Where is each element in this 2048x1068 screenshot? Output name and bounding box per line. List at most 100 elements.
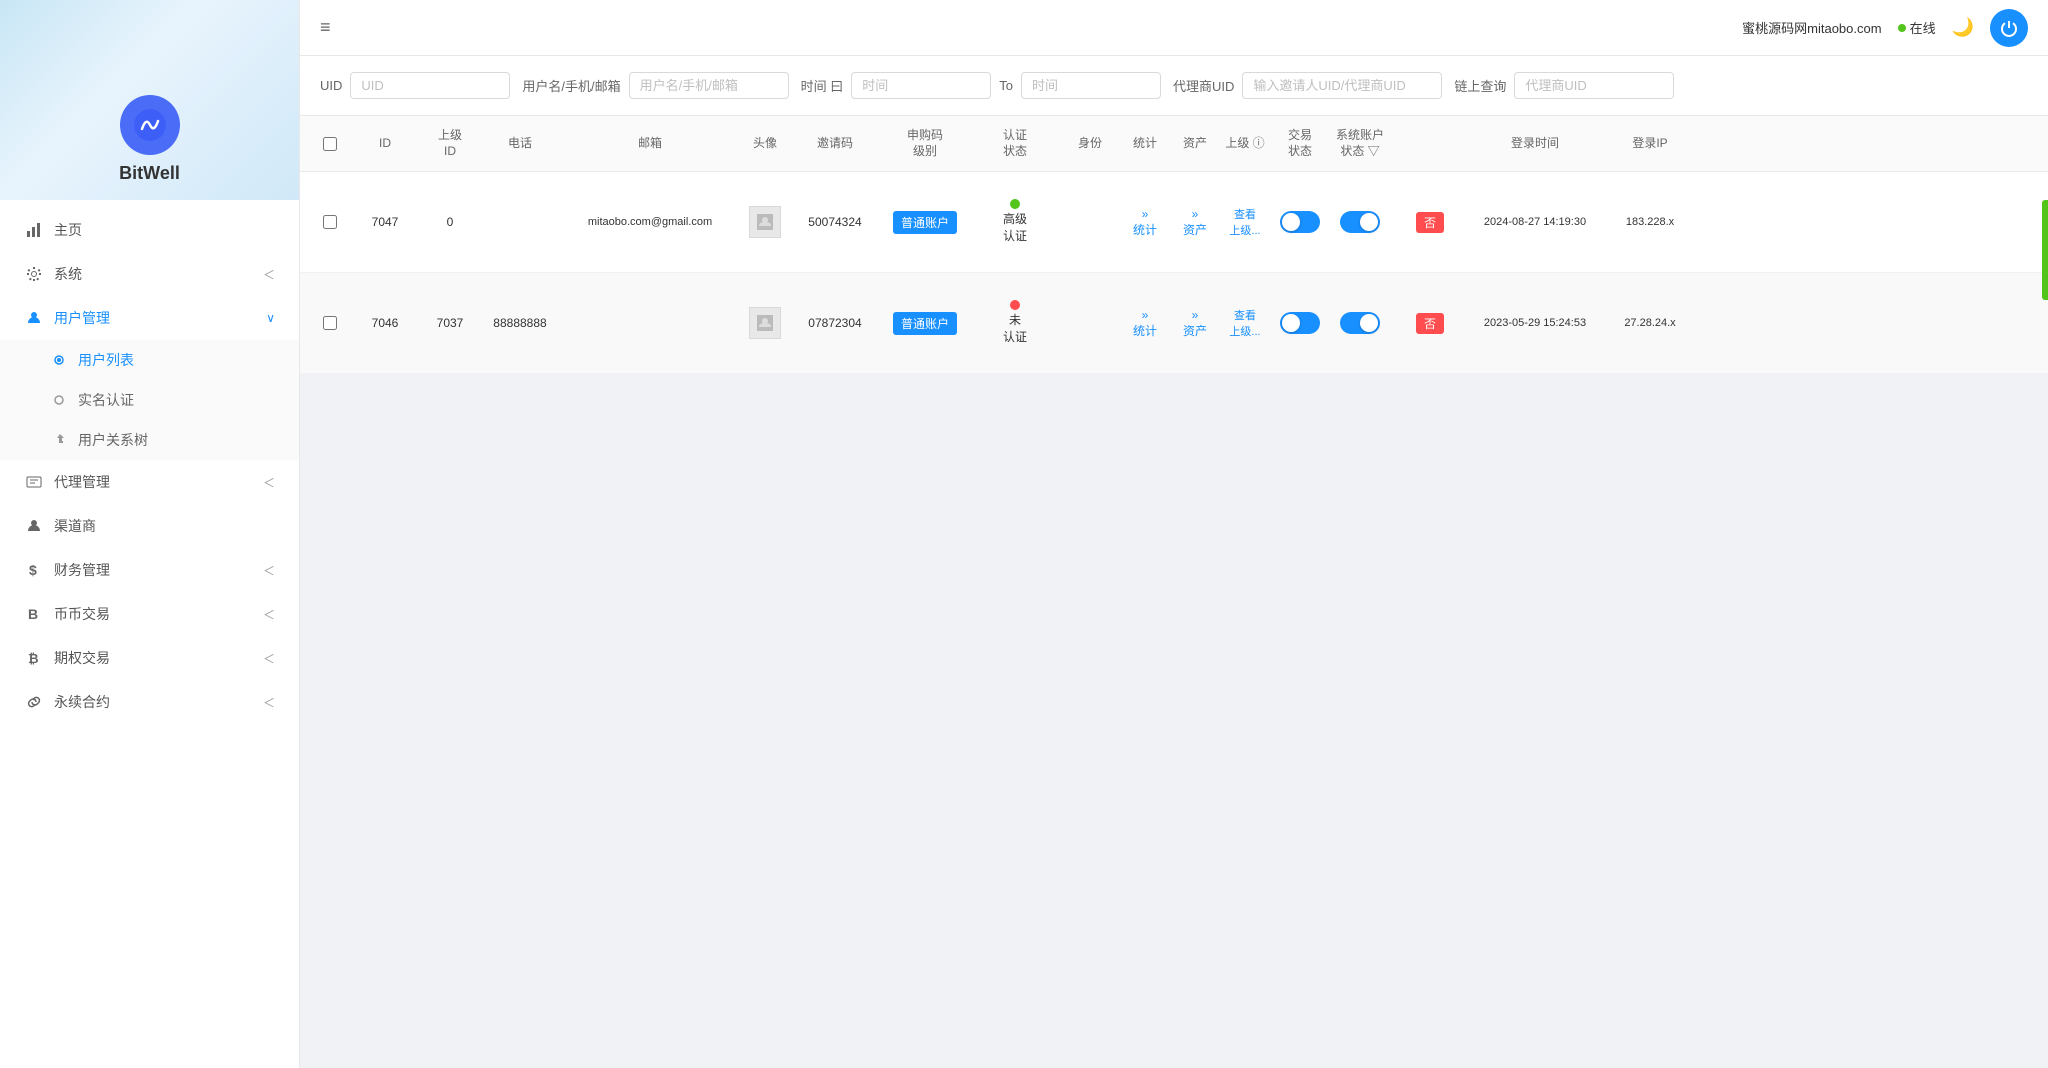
superior-link-1[interactable]: 查看上级... — [1229, 206, 1260, 238]
system-toggle-2[interactable] — [1340, 312, 1380, 334]
chain-query-input[interactable] — [1514, 72, 1674, 99]
sidebar-item-system[interactable]: 系统 ＜ — [0, 252, 299, 296]
row2-system-status[interactable] — [1330, 304, 1390, 342]
table-row-data-2: 7046 7037 88888888 07872304 普 — [300, 273, 2048, 373]
th-login-time: 登录时间 — [1470, 116, 1600, 171]
sidebar-item-agent-mgmt[interactable]: 代理管理 ＜ — [0, 460, 299, 504]
agent-uid-label: 代理商UID — [1173, 76, 1234, 95]
cert-text-1: 高级认证 — [1003, 211, 1027, 245]
row1-avatar — [740, 198, 790, 246]
sidebar-item-home[interactable]: 主页 — [0, 208, 299, 252]
trade-knob-2 — [1282, 314, 1300, 332]
sidebar-item-user-tree[interactable]: 用户关系树 — [0, 420, 299, 460]
row1-cert: 高级认证 — [970, 191, 1060, 253]
stats-link-1[interactable]: »统计 — [1133, 207, 1157, 238]
row1-checkbox[interactable] — [310, 207, 350, 237]
cert-dot-1 — [1010, 199, 1020, 209]
row1-identity — [1060, 214, 1120, 230]
cert-dot-2 — [1010, 300, 1020, 310]
th-avatar: 头像 — [740, 116, 790, 171]
person-icon — [24, 518, 44, 534]
system-knob-2 — [1360, 314, 1378, 332]
moon-icon[interactable]: 🌙 — [1952, 17, 1974, 38]
th-identity: 身份 — [1060, 116, 1120, 171]
agent-arrow: ＜ — [263, 474, 275, 491]
row1-email: mitaobo.com@gmail.com — [560, 208, 740, 236]
gear-icon — [24, 266, 44, 282]
trade-toggle-2[interactable] — [1280, 312, 1320, 334]
superior-link-2[interactable]: 查看上级... — [1229, 307, 1260, 339]
row1-login-ip: 183.228.x — [1600, 208, 1700, 236]
stats-link-2[interactable]: »统计 — [1133, 308, 1157, 339]
B-icon: B — [24, 606, 44, 622]
row2-assets[interactable]: »资产 — [1170, 300, 1220, 347]
menu-toggle-area[interactable]: ≡ — [320, 17, 331, 38]
row2-trade-status[interactable] — [1270, 304, 1330, 342]
row2-stats[interactable]: »统计 — [1120, 300, 1170, 347]
perpetual-arrow: ＜ — [263, 694, 275, 711]
th-login-ip: 登录IP — [1600, 116, 1700, 171]
th-superior: 上级 ⓘ — [1220, 116, 1270, 171]
row2-identity — [1060, 315, 1120, 331]
row2-superior[interactable]: 查看上级... — [1220, 299, 1270, 347]
filter-time-row: 时间 曰 To — [801, 72, 1161, 99]
cert-status-2: 未认证 — [1003, 300, 1027, 346]
sidebar-item-user-mgmt[interactable]: 用户管理 ∨ — [0, 296, 299, 340]
options-arrow: ＜ — [263, 650, 275, 667]
cert-status-1: 高级认证 — [1003, 199, 1027, 245]
sidebar-item-real-name[interactable]: 实名认证 — [0, 380, 299, 420]
filter-bar: UID 用户名/手机/邮箱 时间 曰 To 代理商UID — [300, 56, 2048, 116]
sidebar-item-perpetual[interactable]: 永续合约 ＜ — [0, 680, 299, 724]
sidebar-item-coin-trade[interactable]: B 币币交易 ＜ — [0, 592, 299, 636]
filter-chain-row: 链上查询 — [1454, 72, 1674, 99]
row2-phone: 88888888 — [480, 308, 560, 338]
no-badge-2: 否 — [1416, 313, 1444, 334]
select-all-checkbox[interactable] — [323, 137, 337, 151]
sidebar-item-finance[interactable]: $ 财务管理 ＜ — [0, 548, 299, 592]
svg-text:$: $ — [29, 562, 37, 578]
th-id: ID — [350, 116, 420, 171]
row1-select[interactable] — [323, 215, 337, 229]
row1-login-time: 2024-08-27 14:19:30 — [1470, 208, 1600, 236]
row1-stats[interactable]: »统计 — [1120, 199, 1170, 246]
agent-uid-input[interactable] — [1242, 72, 1442, 99]
time-to-input[interactable] — [1021, 72, 1161, 99]
th-trade-status: 交易状态 — [1270, 116, 1330, 171]
row2-checkbox[interactable] — [310, 308, 350, 338]
power-button[interactable] — [1990, 9, 2028, 47]
logo-text: BitWell — [119, 163, 180, 184]
username-input[interactable] — [629, 72, 789, 99]
th-level: 申购码级别 — [880, 116, 970, 171]
th-assets: 资产 — [1170, 116, 1220, 171]
username-label: 用户名/手机/邮箱 — [522, 76, 620, 95]
hamburger-icon[interactable]: ≡ — [320, 17, 331, 37]
row2-select[interactable] — [323, 316, 337, 330]
row2-login-time: 2023-05-29 15:24:53 — [1470, 309, 1600, 337]
row2-login-ip: 27.28.24.x — [1600, 309, 1700, 337]
to-label: To — [999, 78, 1013, 93]
uid-input[interactable] — [350, 72, 510, 99]
sidebar-item-user-list[interactable]: 用户列表 — [0, 340, 299, 380]
team-icon — [24, 474, 44, 490]
assets-link-1[interactable]: »资产 — [1183, 207, 1207, 238]
row2-id: 7046 — [350, 308, 420, 338]
row1-phone — [480, 214, 560, 230]
row2-email — [560, 315, 740, 331]
th-invite-code: 邀请码 — [790, 116, 880, 171]
table-area: ID 上级ID 电话 邮箱 头像 邀请码 申购码级别 认证状态 身份 统计 资产… — [300, 116, 2048, 374]
system-toggle-1[interactable] — [1340, 211, 1380, 233]
sidebar: BitWell 主页 系统 ＜ — [0, 0, 300, 1068]
system-arrow: ＜ — [263, 266, 275, 283]
row2-avatar — [740, 299, 790, 347]
trade-toggle-1[interactable] — [1280, 211, 1320, 233]
cert-text-2: 未认证 — [1003, 312, 1027, 346]
time-from-input[interactable] — [851, 72, 991, 99]
assets-link-2[interactable]: »资产 — [1183, 308, 1207, 339]
row1-assets[interactable]: »资产 — [1170, 199, 1220, 246]
filter-username-row: 用户名/手机/邮箱 — [522, 72, 788, 99]
row1-system-status[interactable] — [1330, 203, 1390, 241]
row1-trade-status[interactable] — [1270, 203, 1330, 241]
sidebar-item-options-trade[interactable]: ₿ 期权交易 ＜ — [0, 636, 299, 680]
row1-superior[interactable]: 查看上级... — [1220, 198, 1270, 246]
sidebar-item-channel[interactable]: 渠道商 — [0, 504, 299, 548]
